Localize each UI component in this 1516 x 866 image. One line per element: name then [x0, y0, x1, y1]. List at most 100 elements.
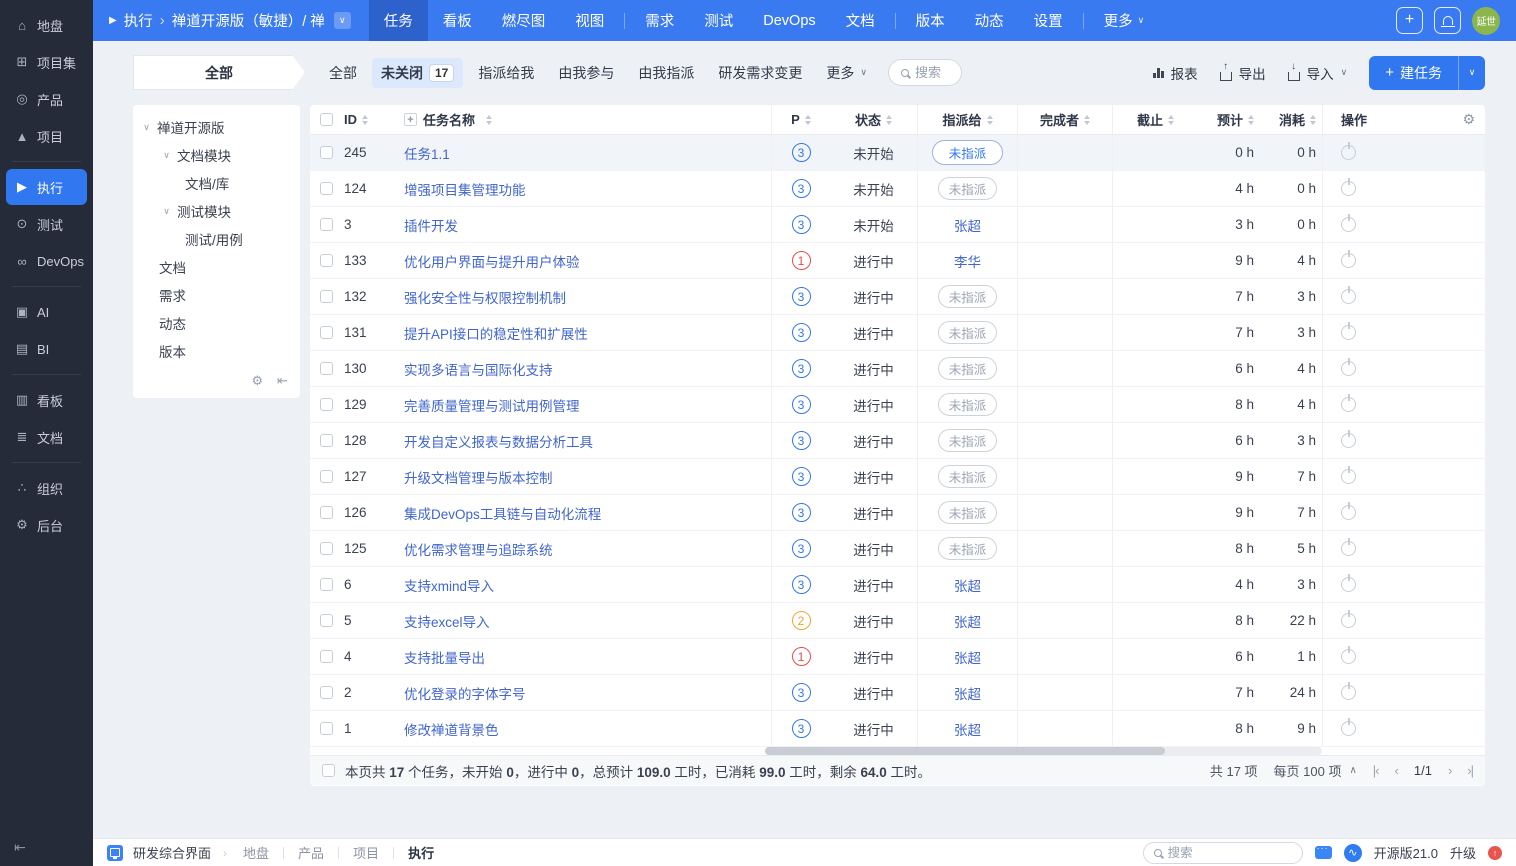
top-nav-item-build[interactable]: 版本 [901, 0, 960, 41]
sort-icon[interactable] [362, 115, 368, 125]
sort-icon[interactable] [486, 115, 492, 125]
expand-all-icon[interactable]: + [404, 113, 417, 126]
task-name-link[interactable]: 优化用户界面与提升用户体验 [404, 251, 580, 271]
start-task-icon[interactable] [1341, 145, 1356, 160]
footer-search-input[interactable] [1168, 846, 1292, 860]
task-name-link[interactable]: 集成DevOps工具链与自动化流程 [404, 503, 601, 523]
task-name-link[interactable]: 实现多语言与国际化支持 [404, 359, 553, 379]
filter-search-input[interactable] [915, 65, 949, 80]
start-task-icon[interactable] [1341, 433, 1356, 448]
start-task-icon[interactable] [1341, 541, 1356, 556]
last-page-button[interactable]: ›| [1467, 763, 1473, 778]
prev-page-button[interactable]: ‹ [1395, 763, 1398, 778]
start-task-icon[interactable] [1341, 721, 1356, 736]
top-nav-item-dynamic[interactable]: 动态 [960, 0, 1019, 41]
table-row[interactable]: 125 优化需求管理与追踪系统 3 进行中 未指派 8 h 5 h [310, 531, 1485, 567]
table-row[interactable]: 1 修改禅道背景色 3 进行中 张超 8 h 9 h [310, 711, 1485, 747]
top-nav-item-task[interactable]: 任务 [369, 0, 428, 41]
sidebar-collapse-icon[interactable]: ⇤ [14, 839, 26, 855]
filter-tab-myinvolved[interactable]: 由我参与 [549, 58, 623, 88]
tree-item-dynamic[interactable]: 动态 [133, 309, 300, 337]
row-checkbox[interactable] [320, 614, 333, 627]
row-checkbox[interactable] [320, 362, 333, 375]
row-checkbox[interactable] [320, 290, 333, 303]
table-row[interactable]: 131 提升API接口的稳定性和扩展性 3 进行中 未指派 7 h 3 h [310, 315, 1485, 351]
sidebar-item-org[interactable]: ∴组织 [6, 470, 87, 506]
table-row[interactable]: 126 集成DevOps工具链与自动化流程 3 进行中 未指派 9 h 7 h [310, 495, 1485, 531]
upgrade-link[interactable]: 升级 [1450, 843, 1476, 862]
task-assignee[interactable]: 未指派 [938, 285, 998, 308]
col-header-consumed[interactable]: 消耗 [1279, 110, 1305, 129]
sidebar-item-admin[interactable]: ⚙后台 [6, 507, 87, 543]
task-assignee[interactable]: 未指派 [938, 393, 998, 416]
task-assignee[interactable]: 未指派 [938, 177, 998, 200]
scope-selector[interactable]: 全部 [133, 55, 305, 90]
task-assignee[interactable]: 张超 [954, 683, 981, 703]
tree-item-doc-lib[interactable]: 文档/库 [133, 169, 300, 197]
tree-item-build[interactable]: 版本 [133, 337, 300, 365]
top-nav-item-story[interactable]: 需求 [630, 0, 689, 41]
start-task-icon[interactable] [1341, 469, 1356, 484]
top-nav-item-more[interactable]: 更多∨ [1089, 0, 1160, 41]
col-header-finisher[interactable]: 完成者 [1040, 110, 1079, 129]
sidebar-item-program[interactable]: ⊞项目集 [6, 44, 87, 80]
sidebar-item-kanban[interactable]: ▥看板 [6, 382, 87, 418]
col-header-priority[interactable]: P [791, 112, 800, 127]
sidebar-item-execution[interactable]: ▶执行 [6, 169, 87, 205]
col-header-name[interactable]: 任务名称 [423, 110, 475, 129]
row-checkbox[interactable] [320, 146, 333, 159]
start-task-icon[interactable] [1341, 181, 1356, 196]
task-name-link[interactable]: 强化安全性与权限控制机制 [404, 287, 566, 307]
table-row[interactable]: 6 支持xmind导入 3 进行中 张超 4 h 3 h [310, 567, 1485, 603]
task-name-link[interactable]: 支持xmind导入 [404, 575, 494, 595]
next-page-button[interactable]: › [1448, 763, 1451, 778]
task-assignee[interactable]: 张超 [954, 575, 981, 595]
filter-tab-more[interactable]: 更多∨ [817, 58, 876, 88]
row-checkbox[interactable] [320, 650, 333, 663]
table-row[interactable]: 132 强化安全性与权限控制机制 3 进行中 未指派 7 h 3 h [310, 279, 1485, 315]
table-row[interactable]: 245 任务1.1 3 未开始 未指派 0 h 0 h [310, 135, 1485, 171]
sort-icon[interactable] [987, 115, 993, 125]
task-name-link[interactable]: 支持批量导出 [404, 647, 485, 667]
top-nav-item-doc[interactable]: 文档 [831, 0, 890, 41]
sort-icon[interactable] [1248, 115, 1254, 125]
task-assignee[interactable]: 张超 [954, 215, 981, 235]
footer-item-home[interactable]: 地盘 [239, 843, 273, 862]
task-assignee[interactable]: 未指派 [938, 357, 998, 380]
tree-item-test-case[interactable]: 测试/用例 [133, 225, 300, 253]
summary-checkbox[interactable] [322, 764, 335, 777]
top-nav-item-test[interactable]: 测试 [689, 0, 748, 41]
task-assignee[interactable]: 张超 [954, 719, 981, 739]
tree-settings-gear-icon[interactable]: ⚙ [251, 373, 263, 389]
task-assignee[interactable]: 未指派 [938, 537, 998, 560]
report-button[interactable]: 报表 [1153, 63, 1198, 83]
upgrade-arrow-icon[interactable]: ↑ [1488, 846, 1502, 860]
start-task-icon[interactable] [1341, 253, 1356, 268]
top-nav-item-setting[interactable]: 设置 [1019, 0, 1078, 41]
project-switch-chevron-icon[interactable]: ∨ [334, 12, 351, 29]
task-name-link[interactable]: 优化需求管理与追踪系统 [404, 539, 553, 559]
task-name-link[interactable]: 支持excel导入 [404, 611, 490, 631]
start-task-icon[interactable] [1341, 685, 1356, 700]
task-name-link[interactable]: 完善质量管理与测试用例管理 [404, 395, 580, 415]
breadcrumb-section[interactable]: 执行 [124, 10, 153, 31]
footer-item-product[interactable]: 产品 [294, 843, 328, 862]
sidebar-item-devops[interactable]: ∞DevOps [6, 243, 87, 279]
row-checkbox[interactable] [320, 218, 333, 231]
row-checkbox[interactable] [320, 398, 333, 411]
row-checkbox[interactable] [320, 722, 333, 735]
sidebar-item-product[interactable]: ◎产品 [6, 81, 87, 117]
row-checkbox[interactable] [320, 578, 333, 591]
sidebar-item-qa[interactable]: ⊙测试 [6, 206, 87, 242]
filter-tab-unclosed[interactable]: 未关闭17 [372, 58, 463, 88]
sidebar-item-ai[interactable]: ▣AI [6, 294, 87, 330]
task-name-link[interactable]: 升级文档管理与版本控制 [404, 467, 553, 487]
per-page-selector[interactable]: 每页 100 项 [1274, 761, 1342, 780]
table-row[interactable]: 130 实现多语言与国际化支持 3 进行中 未指派 6 h 4 h [310, 351, 1485, 387]
table-row[interactable]: 129 完善质量管理与测试用例管理 3 进行中 未指派 8 h 4 h [310, 387, 1485, 423]
notifications-button[interactable] [1434, 7, 1461, 34]
create-task-dropdown[interactable]: ∨ [1458, 56, 1485, 90]
col-header-assignee[interactable]: 指派给 [942, 110, 981, 129]
col-header-id[interactable]: ID [344, 112, 357, 127]
table-row[interactable]: 5 支持excel导入 2 进行中 张超 8 h 22 h [310, 603, 1485, 639]
